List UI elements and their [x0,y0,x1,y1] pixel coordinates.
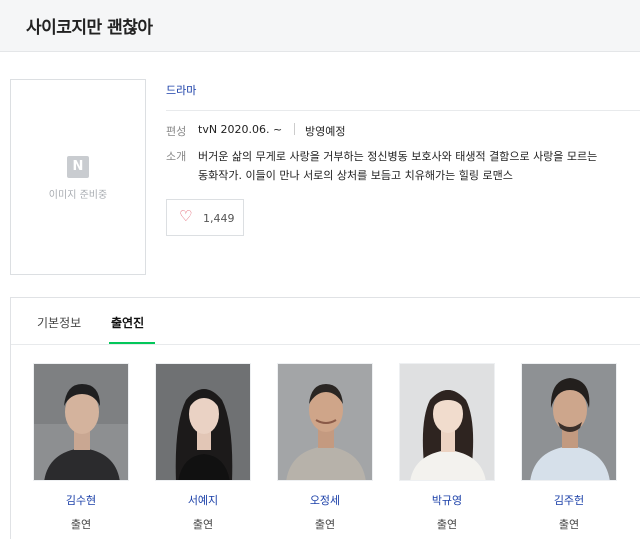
cast-role: 출연 [70,518,92,531]
summary-line: 동화작가. 이들이 만나 서로의 상처를 보듬고 치유해가는 힐링 로맨스 [198,169,513,182]
cast-role: 출연 [558,518,580,531]
cast-photo[interactable] [33,363,129,481]
cast-role: 출연 [436,518,458,531]
summary-label: 소개 [166,150,187,163]
broadcast-value: tvN 2020.06. ~ [198,123,283,136]
cast-card[interactable]: 서예지 출연 [155,363,251,532]
cast-name[interactable]: 김수현 [33,492,129,508]
like-count: 1,449 [203,212,235,225]
cast-name[interactable]: 서예지 [155,492,251,508]
poster-placeholder: N 이미지 준비중 [10,79,146,275]
cast-photo[interactable] [399,363,495,481]
broadcast-label: 편성 [166,125,187,138]
page-header: 사이코지만 괜찮아 [0,0,640,52]
tab-basic-info[interactable]: 기본정보 [37,314,81,331]
naver-logo-icon: N [67,156,89,178]
heart-outline-icon: ♡ [179,207,193,225]
cast-card[interactable]: 박규영 출연 [399,363,495,532]
tab-bar: 기본정보 출연진 [11,298,640,345]
summary-text: 버거운 삶의 무게로 사랑을 거부하는 정신병동 보호사와 태생적 결함으로 사… [198,147,638,185]
divider [166,110,640,111]
page-title: 사이코지만 괜찮아 [26,18,153,38]
cast-photo[interactable] [155,363,251,481]
status-text: 방영예정 [305,125,346,138]
like-button[interactable]: ♡ 1,449 [166,199,244,236]
summary-line: 버거운 삶의 무게로 사랑을 거부하는 정신병동 보호사와 태생적 결함으로 사… [198,150,598,163]
cast-role: 출연 [192,518,214,531]
cast-card[interactable]: 김수현 출연 [33,363,129,532]
genre-link[interactable]: 드라마 [166,82,196,98]
cast-card[interactable]: 오정세 출연 [277,363,373,532]
cast-name[interactable]: 오정세 [277,492,373,508]
cast-name[interactable]: 박규영 [399,492,495,508]
cast-photo[interactable] [521,363,617,481]
active-tab-indicator [109,342,155,344]
cast-card[interactable]: 김주헌 출연 [521,363,617,532]
poster-placeholder-text: 이미지 준비중 [48,190,108,201]
cast-name[interactable]: 김주헌 [521,492,617,508]
cast-role: 출연 [314,518,336,531]
cast-photo[interactable] [277,363,373,481]
divider [294,123,295,135]
tab-cast[interactable]: 출연진 [111,314,144,331]
